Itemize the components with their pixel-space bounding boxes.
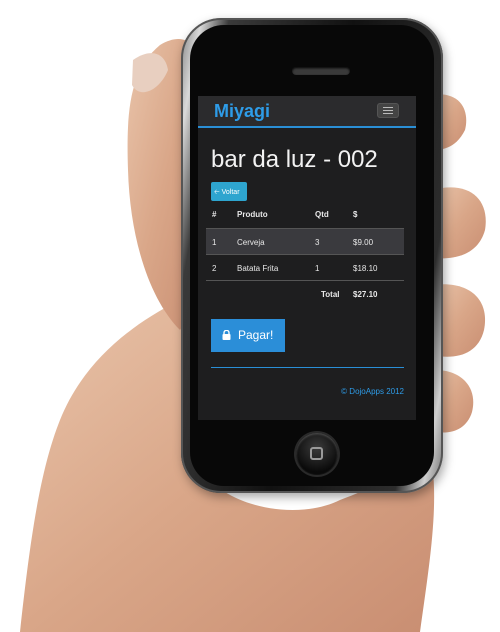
table-row: 2 Batata Frita 1 $18.10 xyxy=(206,254,404,281)
row-number: 1 xyxy=(212,238,217,247)
arrow-left-icon: 🡠 xyxy=(214,189,220,196)
footer-divider xyxy=(211,367,404,368)
navbar: Miyagi xyxy=(198,96,416,128)
column-header-price: $ xyxy=(353,210,358,219)
app-screen: Miyagi bar da luz - 002 🡠 Voltar # Produ… xyxy=(198,96,416,420)
back-button-label: Voltar xyxy=(221,189,240,196)
column-header-number: # xyxy=(212,210,217,219)
row-number: 2 xyxy=(212,264,217,273)
home-square-icon xyxy=(310,447,323,460)
lock-icon xyxy=(222,330,231,340)
row-quantity: 3 xyxy=(315,238,320,247)
footer-copyright: © DojoApps 2012 xyxy=(341,387,404,396)
hamburger-icon-line xyxy=(383,110,393,111)
row-quantity: 1 xyxy=(315,264,320,273)
home-button[interactable] xyxy=(296,433,338,475)
back-button[interactable]: 🡠 Voltar xyxy=(211,182,247,201)
total-row: Total $27.10 xyxy=(206,280,404,307)
row-price: $9.00 xyxy=(353,238,374,247)
total-value: $27.10 xyxy=(353,290,378,299)
row-price: $18.10 xyxy=(353,264,378,273)
speaker-grille xyxy=(292,67,350,75)
row-product: Batata Frita xyxy=(237,264,279,273)
column-header-quantity: Qtd xyxy=(315,210,329,219)
table-row: 1 Cerveja 3 $9.00 xyxy=(206,228,404,255)
page-title: bar da luz - 002 xyxy=(211,146,378,173)
pay-button[interactable]: Pagar! xyxy=(211,319,285,352)
pay-button-label: Pagar! xyxy=(238,328,274,342)
column-header-product: Produto xyxy=(237,210,268,219)
row-product: Cerveja xyxy=(237,238,265,247)
table-header: # Produto Qtd $ xyxy=(206,204,404,228)
nav-toggle-button[interactable] xyxy=(377,103,399,118)
brand-logo[interactable]: Miyagi xyxy=(214,101,270,122)
hamburger-icon xyxy=(383,107,393,108)
total-label: Total xyxy=(321,290,340,299)
hamburger-icon-line xyxy=(383,113,393,114)
